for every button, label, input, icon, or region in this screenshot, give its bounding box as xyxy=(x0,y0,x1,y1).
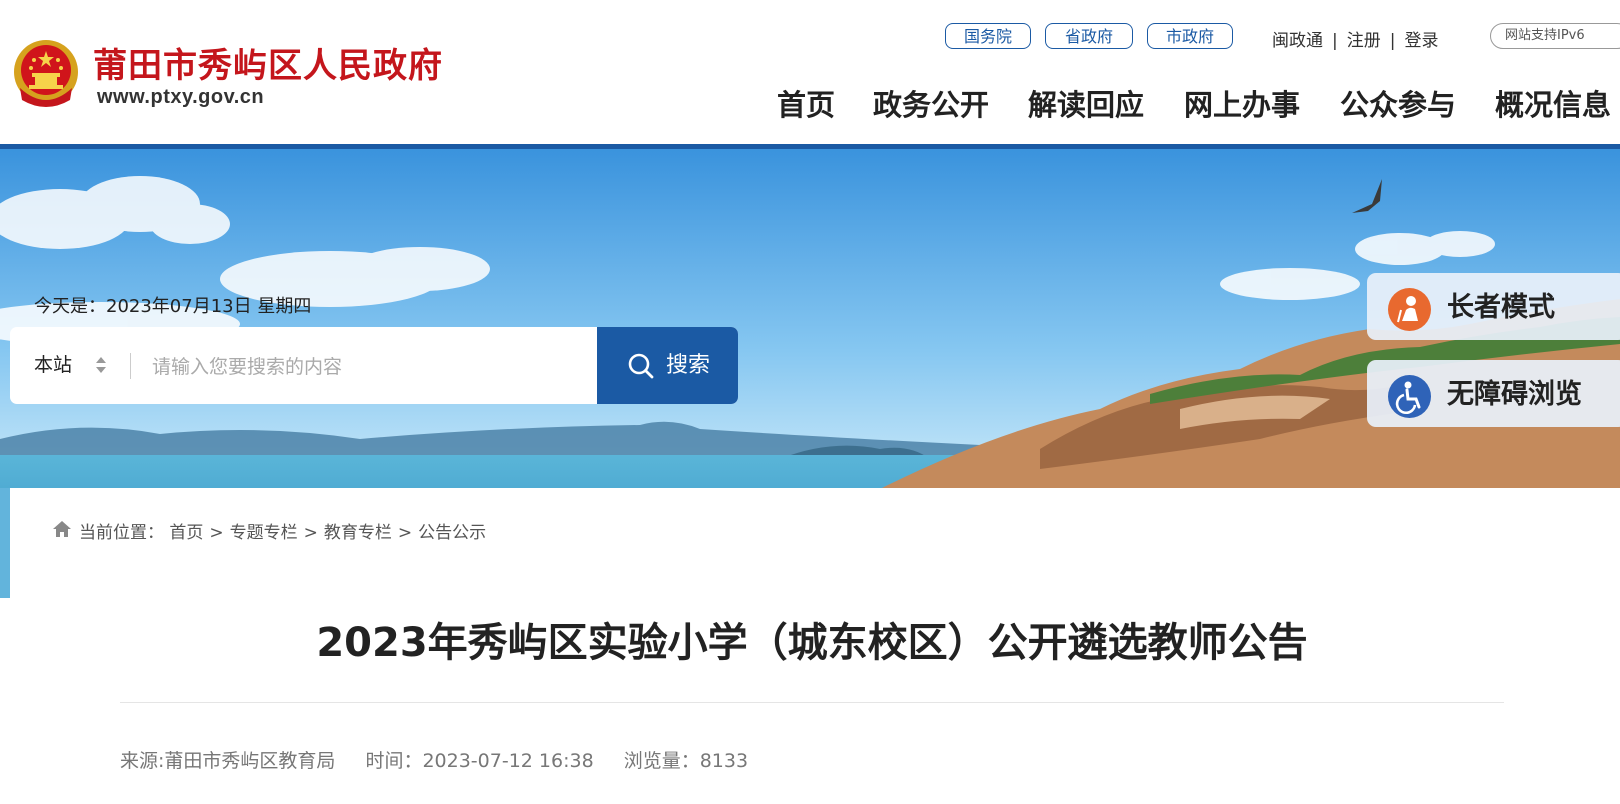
elder-icon xyxy=(1388,288,1431,331)
register-link[interactable]: 注册 xyxy=(1347,31,1381,51)
site-url: www.ptxy.gov.cn xyxy=(97,86,265,108)
search-divider xyxy=(130,353,131,379)
gov-link-province[interactable]: 省政府 xyxy=(1045,23,1133,49)
minzhengtong-link[interactable]: 闽政通 xyxy=(1272,31,1323,51)
search-button-label: 搜索 xyxy=(666,353,711,378)
search-button[interactable]: 搜索 xyxy=(597,327,738,404)
site-header: 莆田市秀屿区人民政府 www.ptxy.gov.cn 国务院 省政府 市政府 闽… xyxy=(0,0,1620,144)
article-meta: 来源:莆田市秀屿区教育局 时间：2023-07-12 16:38 浏览量：813… xyxy=(120,746,772,773)
nav-home[interactable]: 首页 xyxy=(777,82,835,124)
search-input[interactable] xyxy=(150,327,594,404)
nav-online-services[interactable]: 网上办事 xyxy=(1184,82,1300,124)
title-divider xyxy=(120,702,1504,703)
article-views: 浏览量：8133 xyxy=(623,750,749,772)
breadcrumb-special-topics[interactable]: 专题专栏 xyxy=(230,523,298,543)
article-title: 2023年秀屿区实验小学（城东校区）公开遴选教师公告 xyxy=(316,620,1308,666)
nav-public-participation[interactable]: 公众参与 xyxy=(1340,82,1456,124)
home-icon xyxy=(53,521,71,537)
breadcrumb-separator: > xyxy=(303,523,318,543)
top-links: 闽政通 | 注册 | 登录 xyxy=(1272,26,1438,51)
breadcrumb-home[interactable]: 首页 xyxy=(169,523,203,543)
banner-edge xyxy=(0,488,10,598)
national-emblem-icon xyxy=(14,40,78,107)
nav-interpretation[interactable]: 解读回应 xyxy=(1028,82,1144,124)
sort-arrows-icon[interactable] xyxy=(94,355,108,375)
search-bar: 本站 搜索 xyxy=(10,327,738,404)
nav-overview[interactable]: 概况信息 xyxy=(1495,82,1611,124)
separator: | xyxy=(1389,31,1396,51)
breadcrumb-label: 当前位置： xyxy=(79,523,164,543)
accessibility-button[interactable]: 无障碍浏览 xyxy=(1367,360,1620,427)
breadcrumb-separator: > xyxy=(209,523,224,543)
current-date: 今天是：2023年07月13日 星期四 xyxy=(34,296,312,317)
accessibility-label: 无障碍浏览 xyxy=(1447,379,1582,410)
article-time: 时间：2023-07-12 16:38 xyxy=(365,750,594,772)
breadcrumb-separator: > xyxy=(397,523,413,543)
nav-gov-affairs[interactable]: 政务公开 xyxy=(873,82,989,124)
gov-link-city[interactable]: 市政府 xyxy=(1147,23,1233,49)
gov-link-state-council[interactable]: 国务院 xyxy=(945,23,1031,49)
login-link[interactable]: 登录 xyxy=(1404,31,1438,51)
search-icon xyxy=(628,353,654,379)
breadcrumb-announcements[interactable]: 公告公示 xyxy=(418,523,486,543)
site-name[interactable]: 莆田市秀屿区人民政府 xyxy=(93,38,443,87)
search-scope-select[interactable]: 本站 xyxy=(34,327,72,404)
separator: | xyxy=(1332,31,1338,51)
article-source: 来源:莆田市秀屿区教育局 xyxy=(120,750,336,772)
breadcrumb-education[interactable]: 教育专栏 xyxy=(324,523,392,543)
elder-mode-button[interactable]: 长者模式 xyxy=(1367,273,1620,340)
ipv6-support-badge: 网站支持IPv6 xyxy=(1490,23,1620,49)
elder-mode-label: 长者模式 xyxy=(1447,292,1555,323)
wheelchair-icon xyxy=(1388,375,1431,418)
